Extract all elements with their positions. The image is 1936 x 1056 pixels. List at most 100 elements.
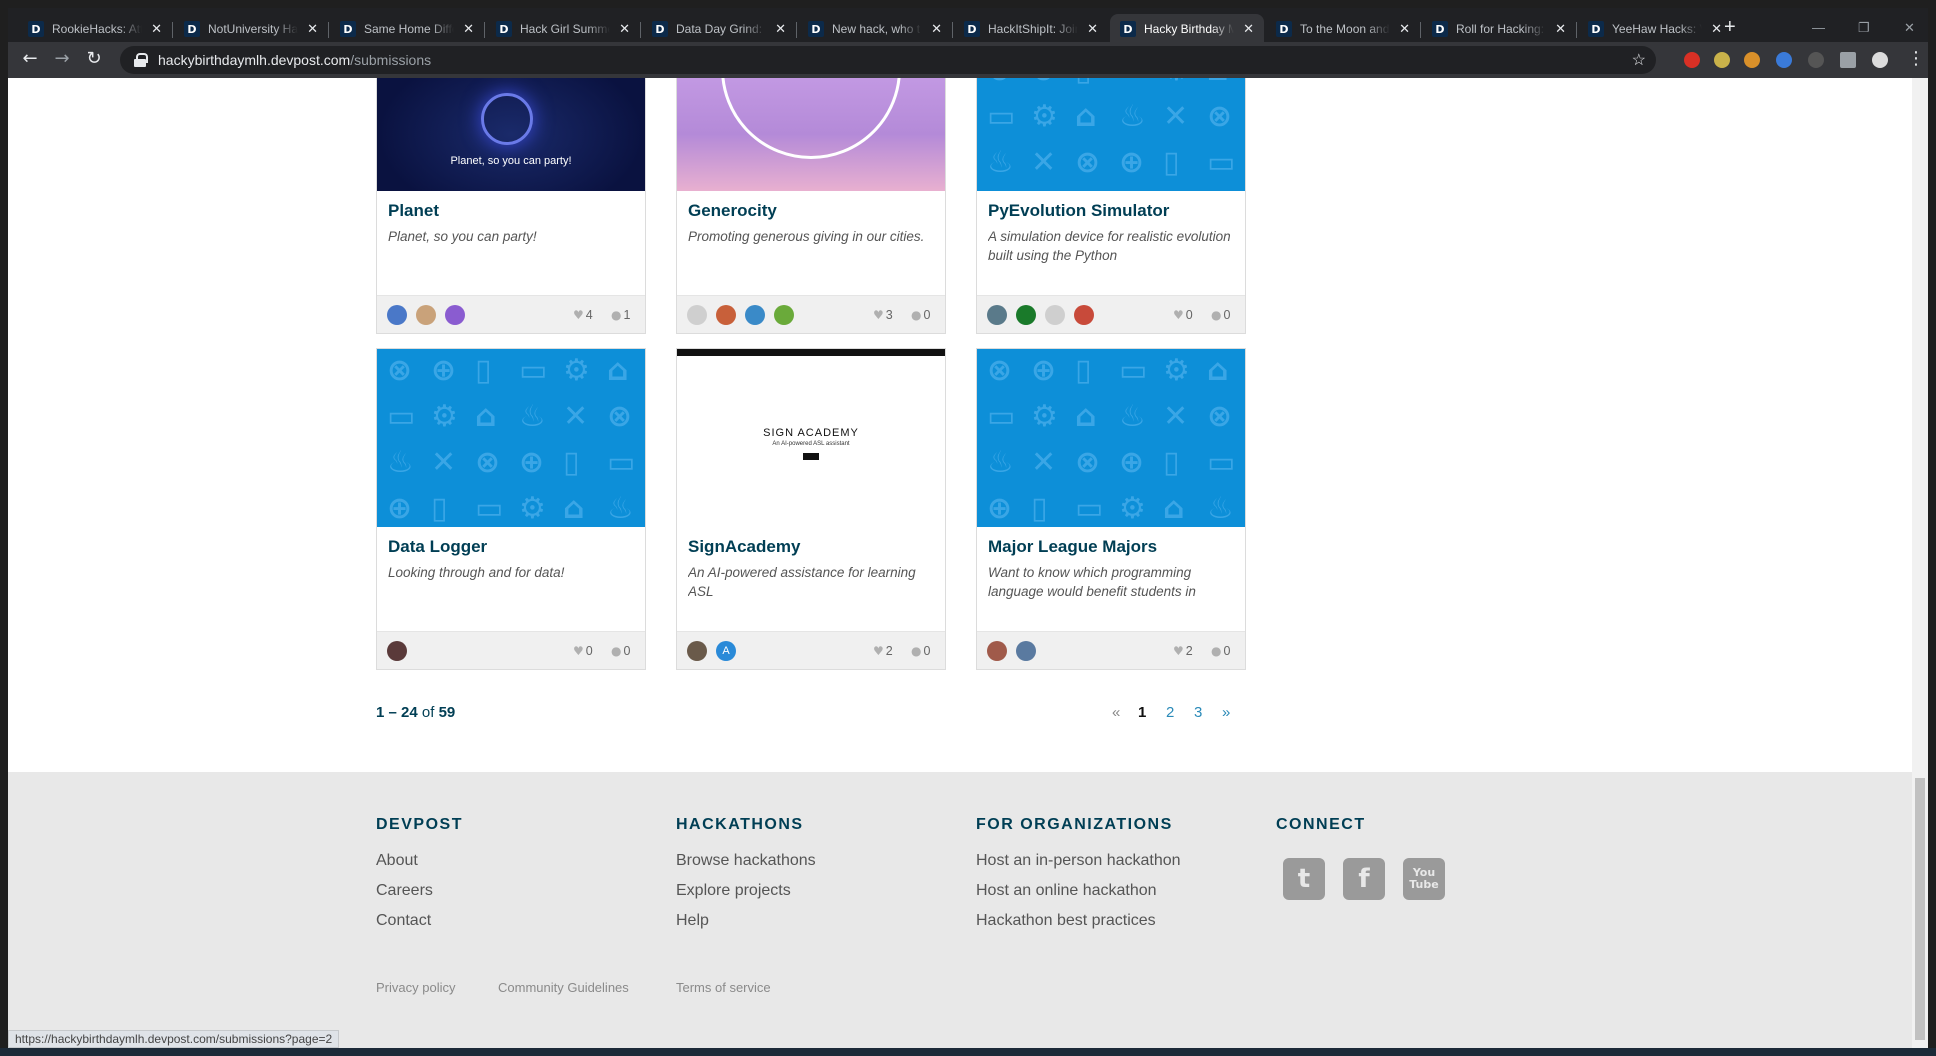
project-title[interactable]: Major League Majors [988, 537, 1157, 557]
bookmark-star-icon[interactable]: ☆ [1632, 50, 1646, 70]
forward-icon[interactable]: → [50, 48, 74, 69]
page-link-1[interactable]: 1 [1138, 704, 1146, 721]
back-icon[interactable]: ← [18, 48, 42, 69]
footer-link[interactable]: Browse hackathons [676, 852, 816, 870]
browser-tab[interactable]: D HackItShipIt: Join ✕ [954, 14, 1108, 44]
footer-legal-link[interactable]: Community Guidelines [498, 980, 629, 995]
footer-legal-link[interactable]: Terms of service [676, 980, 771, 995]
footer-link[interactable]: Explore projects [676, 882, 791, 900]
profile-avatar[interactable] [1872, 52, 1888, 68]
tab-close-icon[interactable]: ✕ [1555, 21, 1566, 37]
window-close-button[interactable]: ✕ [1904, 20, 1915, 36]
project-card[interactable]: ⊗ ⊕ ▯ ▭ ⚙ ⌂ ▭ ⚙ ⌂ ♨ ✕ ⊗ ♨ ✕ ⊗ ⊕ ▯ ▭ ⊕ ▯ ▭ ⚙ ⌂ ♨ Major League Maj… [976, 348, 1246, 670]
member-avatar[interactable] [1016, 641, 1036, 661]
window-minimize-button[interactable]: — [1812, 20, 1825, 35]
project-title[interactable]: Planet [388, 201, 439, 221]
footer-link[interactable]: Host an online hackathon [976, 882, 1157, 900]
member-avatar[interactable] [745, 305, 765, 325]
project-card[interactable]: ⊗ ⊕ ▯ ▭ ⚙ ⌂ ▭ ⚙ ⌂ ♨ ✕ ⊗ ♨ ✕ ⊗ ⊕ ▯ ▭ ⊕ ▯ ▭ ⚙ ⌂ ♨ Data Logger Looki… [376, 348, 646, 670]
member-avatar[interactable] [1045, 305, 1065, 325]
facebook-icon[interactable]: f [1343, 858, 1385, 900]
browser-tab[interactable]: D Hacky Birthday M ✕ [1110, 14, 1264, 44]
browser-tab[interactable]: D New hack, who t ✕ [798, 14, 952, 44]
footer-link[interactable]: Hackathon best practices [976, 912, 1156, 930]
pattern-glyph: ♨ [987, 445, 1014, 480]
new-tab-button[interactable]: + [1724, 16, 1736, 39]
tab-close-icon[interactable]: ✕ [619, 21, 630, 37]
footer-link[interactable]: Contact [376, 912, 431, 930]
project-thumbnail[interactable]: Planet, so you can party! [377, 78, 645, 191]
project-thumbnail[interactable]: ⊗⊕▯▭⚙⌂▭⚙⌂♨✕⊗♨✕⊗⊕▯▭⊕▯▭⚙⌂♨ [977, 349, 1245, 527]
project-card[interactable]: Planet, so you can party! Planet Planet, s… [376, 78, 646, 334]
project-card[interactable]: GENER♥CITY Generocity Promoting generous g… [676, 78, 946, 334]
previous-page-link[interactable]: « [1112, 704, 1120, 721]
member-avatar[interactable] [687, 305, 707, 325]
project-thumbnail[interactable]: GENER♥CITY [677, 78, 945, 191]
extension-icon[interactable] [1714, 52, 1730, 68]
tab-close-icon[interactable]: ✕ [1243, 21, 1254, 37]
extension-icon[interactable] [1684, 52, 1700, 68]
next-page-link[interactable]: » [1222, 704, 1230, 721]
tab-close-icon[interactable]: ✕ [1711, 21, 1722, 37]
footer-link[interactable]: About [376, 852, 418, 870]
project-title[interactable]: PyEvolution Simulator [988, 201, 1169, 221]
tab-close-icon[interactable]: ✕ [931, 21, 942, 37]
member-avatar[interactable] [387, 641, 407, 661]
project-card[interactable]: ⊗⊕▯▭⚙⌂▭⚙⌂♨✕⊗♨✕⊗⊕▯▭⊕▯▭⚙⌂♨ PyEvolution Simu… [976, 78, 1246, 334]
project-title[interactable]: Data Logger [388, 537, 487, 557]
project-thumbnail[interactable]: SIGN ACADEMY An AI-powered ASL assistant [677, 349, 945, 527]
browser-tab[interactable]: D YeeHaw Hacks: V ✕ [1578, 14, 1732, 44]
browser-tab[interactable]: D To the Moon and ✕ [1266, 14, 1420, 44]
reload-icon[interactable]: ↻ [82, 48, 106, 69]
browser-tab[interactable]: D Roll for Hacking: ✕ [1422, 14, 1576, 44]
footer-link[interactable]: Help [676, 912, 709, 930]
page-link-2[interactable]: 2 [1166, 704, 1174, 721]
footer-link[interactable]: Careers [376, 882, 433, 900]
browser-tab[interactable]: D Hack Girl Summe ✕ [486, 14, 640, 44]
tab-close-icon[interactable]: ✕ [1087, 21, 1098, 37]
project-title[interactable]: Generocity [688, 201, 777, 221]
browser-tab[interactable]: D Same Home Diffe ✕ [330, 14, 484, 44]
browser-tab[interactable]: D Data Day Grind: I ✕ [642, 14, 796, 44]
member-avatar[interactable] [1074, 305, 1094, 325]
tab-close-icon[interactable]: ✕ [463, 21, 474, 37]
extension-icon[interactable] [1776, 52, 1792, 68]
footer-link[interactable]: Host an in-person hackathon [976, 852, 1181, 870]
project-thumbnail[interactable]: ⊗⊕▯▭⚙⌂▭⚙⌂♨✕⊗♨✕⊗⊕▯▭⊕▯▭⚙⌂♨ [377, 349, 645, 527]
scrollbar-thumb[interactable] [1915, 778, 1925, 1040]
youtube-icon[interactable]: You Tube [1403, 858, 1445, 900]
member-avatar[interactable] [774, 305, 794, 325]
member-avatar[interactable] [987, 641, 1007, 661]
member-avatar[interactable] [387, 305, 407, 325]
heart-icon: ♥ [573, 644, 584, 658]
member-avatar[interactable] [987, 305, 1007, 325]
scrollbar[interactable] [1912, 78, 1928, 1048]
member-avatar[interactable] [687, 641, 707, 661]
browser-tab[interactable]: D RookieHacks: Att ✕ [18, 14, 172, 44]
member-avatar[interactable] [1016, 305, 1036, 325]
project-thumbnail[interactable]: ⊗⊕▯▭⚙⌂▭⚙⌂♨✕⊗♨✕⊗⊕▯▭⊕▯▭⚙⌂♨ [977, 78, 1245, 191]
address-bar[interactable]: hackybirthdaymlh.devpost.com /submission… [120, 46, 1656, 74]
puzzle-icon[interactable] [1840, 52, 1856, 68]
tab-close-icon[interactable]: ✕ [151, 21, 162, 37]
pattern-glyph: ⚙ [431, 399, 458, 434]
tab-close-icon[interactable]: ✕ [1399, 21, 1410, 37]
tab-close-icon[interactable]: ✕ [775, 21, 786, 37]
project-card[interactable]: SIGN ACADEMY An AI-powered ASL assistant S… [676, 348, 946, 670]
extension-icon[interactable] [1808, 52, 1824, 68]
footer-legal-link[interactable]: Privacy policy [376, 980, 455, 995]
window-restore-button[interactable]: ❐ [1858, 20, 1870, 36]
browser-tab[interactable]: D NotUniversity Ha ✕ [174, 14, 328, 44]
member-avatar[interactable] [445, 305, 465, 325]
cookie-extension-icon[interactable] [1744, 52, 1760, 68]
devpost-favicon-icon: D [340, 21, 356, 37]
tab-close-icon[interactable]: ✕ [307, 21, 318, 37]
project-tagline: Want to know which programming language … [988, 565, 1196, 599]
kebab-menu-icon[interactable]: ⋮ [1904, 48, 1928, 69]
member-avatar[interactable]: A [716, 641, 736, 661]
member-avatar[interactable] [716, 305, 736, 325]
twitter-icon[interactable]: t [1283, 858, 1325, 900]
project-title[interactable]: SignAcademy [688, 537, 800, 557]
member-avatar[interactable] [416, 305, 436, 325]
page-link-3[interactable]: 3 [1194, 704, 1202, 721]
